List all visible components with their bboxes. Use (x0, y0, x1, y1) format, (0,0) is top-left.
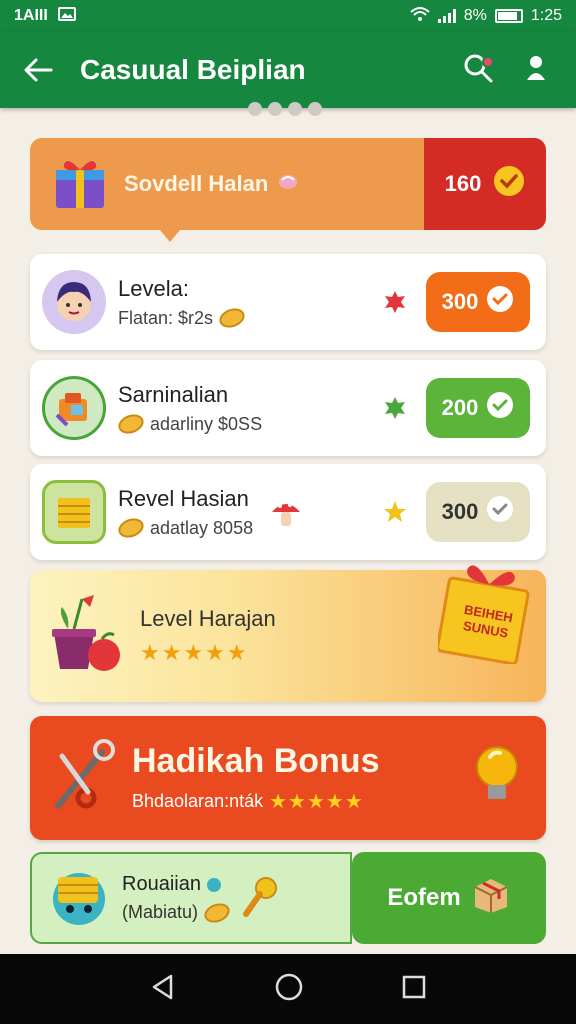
coin-icon (216, 305, 248, 331)
coin-icon (201, 899, 233, 926)
claim-value: 300 (441, 499, 479, 524)
carrier-label: 1AIII (14, 7, 48, 24)
check-icon (486, 495, 514, 529)
claim-value: 200 (441, 395, 479, 420)
clock: 1:25 (530, 7, 562, 24)
orb-icon (206, 877, 221, 892)
banner-pointer (160, 230, 180, 242)
mushroom-icon (268, 496, 304, 537)
page-indicator (248, 102, 322, 116)
bonus-banner[interactable]: Hadikah Bonus Bhdaolaran:nták ★★★★★ (30, 716, 546, 840)
claim-value: 300 (441, 289, 479, 314)
status-bar: 1AIII 8% 1:25 (0, 0, 576, 32)
list-item[interactable]: Levela: Flatan: $r2s 300 (30, 254, 546, 350)
item-subtitle: adarliny $0SS (150, 413, 263, 434)
reward-info-card[interactable]: Rouaiian (Mabiatu) (30, 852, 352, 944)
avatar (42, 480, 106, 544)
battery-icon (494, 9, 523, 23)
check-icon (493, 165, 525, 203)
redeem-label: Eofem (387, 884, 461, 911)
badge-icon (382, 289, 408, 315)
coin-icon (115, 515, 147, 541)
item-subtitle: adatlay 8058 (150, 517, 254, 538)
page-title: Casuual Beiplian (80, 54, 306, 85)
item-name: Levela: (118, 275, 189, 301)
home-icon[interactable] (274, 972, 304, 1007)
list-item[interactable]: Sarninalian adarliny $0SS 200 (30, 360, 546, 456)
avatar (42, 270, 106, 334)
daily-banner[interactable]: Sovdell Halan 160 (30, 138, 546, 242)
signal-icon (437, 9, 456, 23)
claim-button[interactable]: 200 (426, 378, 530, 438)
box-icon (471, 875, 511, 922)
badge-icon (382, 395, 408, 421)
bonus-title: Hadikah Bonus (132, 742, 380, 780)
bonus-subtitle: Bhdaolaran:nták (132, 791, 264, 811)
search-button[interactable] (456, 48, 500, 92)
rating-stars: ★★★★★ (140, 640, 249, 665)
key-icon (240, 874, 280, 923)
bottom-reward-row: Rouaiian (Mabiatu) Eofem (30, 852, 546, 944)
rating-stars: ★★★★★ (269, 791, 364, 813)
check-icon (486, 285, 514, 319)
redeem-button[interactable]: Eofem (352, 852, 546, 944)
banner-label: Sovdell Halan (124, 171, 269, 196)
candy-icon (276, 172, 300, 197)
banner-value: 160 (444, 171, 482, 196)
recents-icon[interactable] (401, 974, 427, 1005)
battery-percent: 8% (463, 7, 487, 24)
creature-icon (44, 861, 114, 936)
arrow-left-icon[interactable] (18, 50, 58, 90)
star-icon (382, 499, 408, 525)
wifi-icon (410, 6, 430, 27)
image-notification-icon (57, 6, 76, 26)
gift-icon (50, 152, 110, 217)
system-nav-bar (0, 954, 576, 1024)
back-icon[interactable] (149, 973, 177, 1006)
person-icon (525, 54, 547, 87)
level-banner[interactable]: Level Harajan ★★★★★ BEIHEH SUNUS (30, 565, 546, 702)
reward-subtitle: (Mabiatu) (122, 902, 199, 922)
claim-button[interactable]: 300 (426, 482, 530, 542)
plant-pot-icon (48, 589, 128, 684)
lightbulb-icon (470, 741, 524, 816)
list-item[interactable]: Revel Hasian adatlay 8058 300 (30, 464, 546, 560)
profile-button[interactable] (514, 48, 558, 92)
item-subtitle: Flatan: $r2s (118, 307, 214, 328)
item-name: Revel Hasian (118, 485, 249, 511)
app-bar: Casuual Beiplian (0, 32, 576, 108)
avatar (42, 376, 106, 440)
level-title: Level Harajan (140, 606, 276, 631)
check-icon (486, 391, 514, 425)
coin-icon (115, 411, 147, 437)
tool-icon (48, 736, 118, 821)
banner-value-badge[interactable]: 160 (424, 138, 546, 230)
claim-button[interactable]: 300 (426, 272, 530, 332)
bonus-gift-icon[interactable]: BEIHEH SUNUS (436, 554, 530, 666)
item-name: Sarninalian (118, 381, 229, 407)
notification-dot (482, 56, 494, 68)
reward-name: Rouaiian (122, 873, 201, 895)
